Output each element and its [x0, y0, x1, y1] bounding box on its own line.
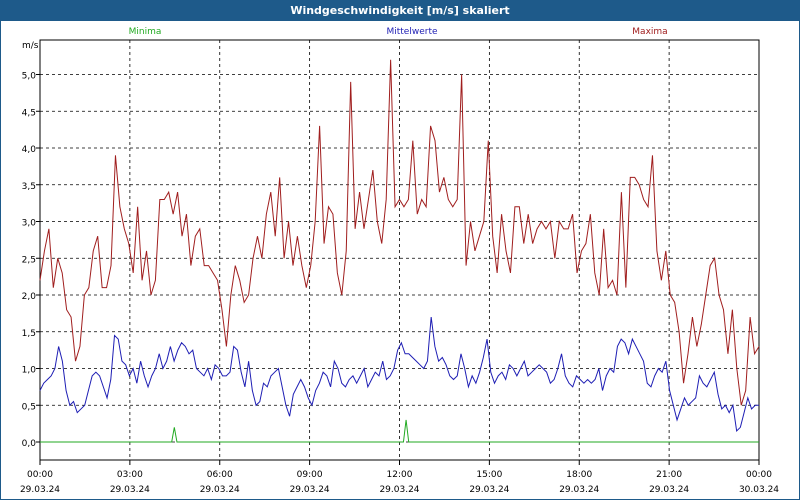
- line-chart: 0,0 0,5 1,0 1,5 2,0 2,5 3,0 3,5 4,0 4,5 5,0 m/s 00:0…: [20, 27, 779, 495]
- y-tick-label: 0,0: [22, 439, 37, 449]
- y-tick-label: 1,5: [22, 329, 36, 339]
- y-tick-label: 3,0: [22, 219, 37, 229]
- x-tick-time-label: 00:00: [27, 470, 53, 480]
- y-tick-label: 2,0: [22, 292, 37, 302]
- x-tick-date-label: 29.03.24: [379, 485, 419, 495]
- x-tick-date-label: 29.03.24: [469, 485, 509, 495]
- y-tick-label: 3,5: [22, 182, 36, 192]
- x-tick-date-label: 29.03.24: [559, 485, 599, 495]
- x-tick-time-label: 12:00: [387, 470, 413, 480]
- x-tick-time-label: 09:00: [297, 470, 323, 480]
- y-unit-label: m/s: [22, 41, 39, 51]
- x-tick-date-label: 30.03.24: [739, 485, 779, 495]
- legend-label-maxima: Maxima: [632, 27, 667, 37]
- y-tick-label: 4,5: [22, 108, 36, 118]
- x-tick-date-label: 29.03.24: [200, 485, 240, 495]
- x-tick-time-label: 21:00: [656, 470, 682, 480]
- x-tick-date-label: 29.03.24: [649, 485, 689, 495]
- y-tick-label: 2,5: [22, 255, 36, 265]
- y-tick-label: 5,0: [22, 72, 37, 82]
- x-tick-date-label: 29.03.24: [290, 485, 330, 495]
- x-tick-time-label: 18:00: [566, 470, 592, 480]
- x-tick-time-label: 15:00: [476, 470, 502, 480]
- x-tick-time-label: 06:00: [207, 470, 233, 480]
- legend-label-mittelwerte: Mittelwerte: [386, 27, 437, 37]
- x-tick-date-label: 29.03.24: [110, 485, 150, 495]
- x-tick-date-label: 29.03.24: [20, 485, 60, 495]
- y-tick-label: 1,0: [22, 366, 37, 376]
- legend-label-minima: Minima: [129, 27, 162, 37]
- x-tick-time-label: 03:00: [117, 470, 143, 480]
- y-tick-label: 0,5: [22, 402, 36, 412]
- x-tick-time-label: 00:00: [746, 470, 772, 480]
- y-tick-label: 4,0: [22, 145, 37, 155]
